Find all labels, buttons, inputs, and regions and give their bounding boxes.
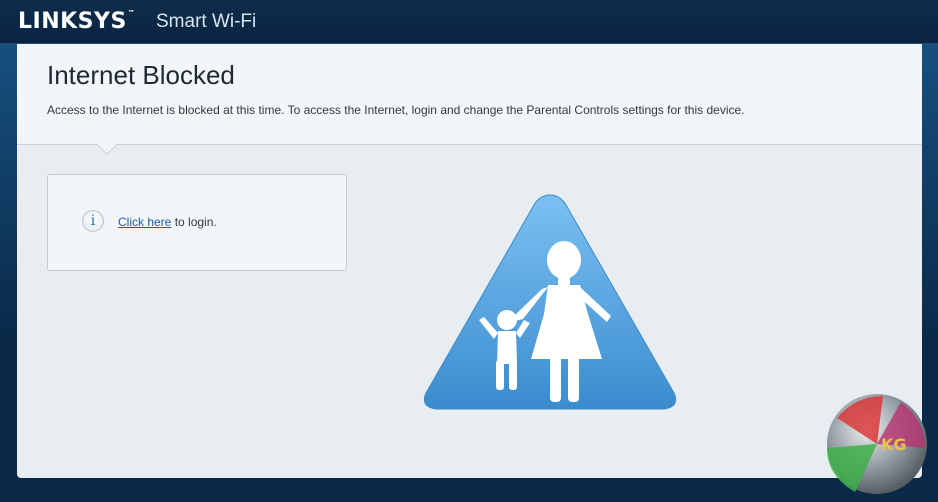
login-box: i Click here to login. xyxy=(47,174,347,271)
top-bar: LINKSYS™ Smart Wi-Fi xyxy=(0,0,938,44)
kitguru-watermark-icon: KG xyxy=(827,394,927,494)
login-message: Click here to login. xyxy=(118,215,217,229)
product-name: Smart Wi-Fi xyxy=(156,11,257,32)
parental-controls-sign-icon xyxy=(423,194,677,410)
page-title: Internet Blocked xyxy=(47,60,235,90)
content-panel: Internet Blocked Access to the Internet … xyxy=(17,44,922,478)
page-description: Access to the Internet is blocked at thi… xyxy=(47,103,745,117)
login-suffix: to login. xyxy=(171,215,217,229)
info-icon: i xyxy=(82,210,104,232)
page-header: Internet Blocked Access to the Internet … xyxy=(17,44,922,145)
watermark-text: KG xyxy=(881,435,907,454)
linksys-logo: LINKSYS™ xyxy=(18,9,136,34)
login-link[interactable]: Click here xyxy=(118,215,171,229)
